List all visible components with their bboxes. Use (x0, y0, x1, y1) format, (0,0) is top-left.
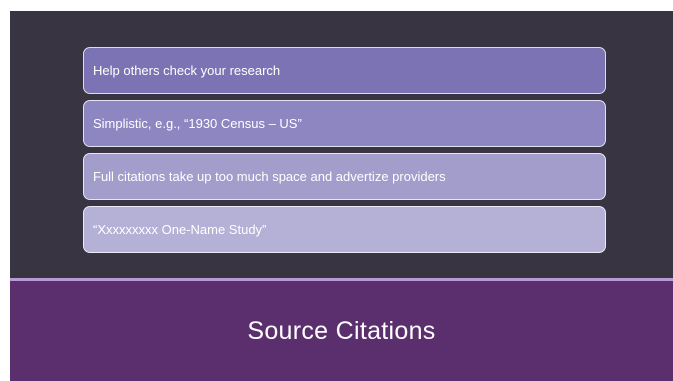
bullet-item: Simplistic, e.g., “1930 Census – US” (83, 100, 606, 147)
slide-title: Source Citations (247, 316, 436, 345)
bullet-text: Full citations take up too much space an… (93, 169, 446, 184)
bullet-list: Help others check your research Simplist… (83, 47, 606, 259)
bullet-item: “Xxxxxxxxx One-Name Study” (83, 206, 606, 253)
slide: Help others check your research Simplist… (10, 11, 673, 381)
bullet-item: Help others check your research (83, 47, 606, 94)
bullet-text: Simplistic, e.g., “1930 Census – US” (93, 116, 302, 131)
bullet-item: Full citations take up too much space an… (83, 153, 606, 200)
bullet-text: “Xxxxxxxxx One-Name Study” (93, 222, 267, 237)
bullet-text: Help others check your research (93, 63, 281, 78)
title-band: Source Citations (10, 281, 673, 381)
